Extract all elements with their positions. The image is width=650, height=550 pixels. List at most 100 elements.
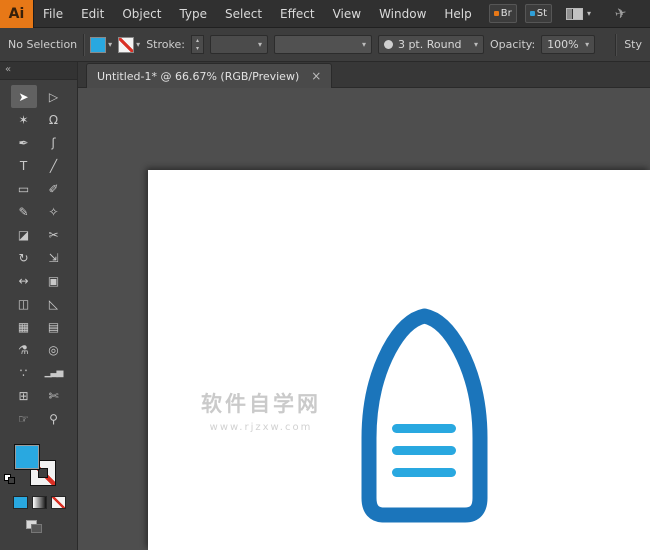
style-label-truncated: Sty — [624, 38, 642, 51]
fill-stroke-widget — [14, 444, 62, 490]
lasso-tool[interactable]: Ω — [41, 108, 67, 131]
menu-item-object[interactable]: Object — [113, 0, 170, 28]
menu-bar: Ai File Edit Object Type Select Effect V… — [0, 0, 650, 28]
scale-tool[interactable]: ⇲ — [41, 246, 67, 269]
free-transform-tool[interactable]: ▣ — [41, 269, 67, 292]
perspective-grid-tool[interactable]: ◺ — [41, 292, 67, 315]
magic-wand-tool[interactable]: ✶ — [11, 108, 37, 131]
app-logo: Ai — [0, 0, 34, 28]
stepper-down-icon[interactable]: ▾ — [196, 45, 199, 52]
eyedropper-tool[interactable]: ⚗ — [11, 338, 37, 361]
fill-swatch[interactable] — [14, 444, 40, 470]
shape-stripe-2[interactable] — [392, 446, 456, 455]
zoom-tool[interactable]: ⚲ — [41, 407, 67, 430]
shape-outline[interactable] — [369, 316, 480, 515]
direct-selection-tool[interactable]: ▷ — [41, 85, 67, 108]
drawn-shape[interactable] — [352, 288, 497, 523]
menu-item-type[interactable]: Type — [170, 0, 216, 28]
share-icon[interactable]: ✈ — [613, 4, 628, 22]
rotate-tool[interactable]: ↻ — [11, 246, 37, 269]
stock-button-label: St — [537, 8, 547, 19]
artboard[interactable]: 软件自学网 www.rjzxw.com — [148, 170, 650, 550]
stroke-weight-stepper[interactable]: ▴ ▾ — [191, 35, 204, 54]
menu-item-window[interactable]: Window — [370, 0, 435, 28]
color-mode-button[interactable] — [13, 496, 28, 509]
stock-button[interactable]: St — [525, 4, 552, 23]
stock-chip-icon — [530, 11, 535, 16]
menu-item-help[interactable]: Help — [435, 0, 480, 28]
pen-tool[interactable]: ✒ — [11, 131, 37, 154]
brush-dot-icon — [384, 40, 393, 49]
watermark-line1: 软件自学网 — [176, 388, 346, 418]
fill-color-swatch[interactable] — [90, 37, 106, 53]
column-graph-tool[interactable]: ▁▃▅ — [41, 361, 67, 384]
tools-grid: ➤ ▷ ✶ Ω ✒ ʃ T ╱ ▭ ✐ ✎ ✧ ◪ ✂ ↻ ⇲ ↔ ▣ ◫ ◺ … — [0, 85, 77, 430]
bridge-button-label: Br — [501, 8, 512, 19]
chevron-down-icon: ▾ — [587, 10, 591, 18]
fill-color-control[interactable]: ▾ — [90, 37, 112, 53]
shaper-tool[interactable]: ✧ — [41, 200, 67, 223]
menu-item-effect[interactable]: Effect — [271, 0, 324, 28]
stroke-weight-dropdown[interactable]: ▾ — [210, 35, 268, 54]
stepper-up-icon[interactable]: ▴ — [196, 37, 199, 44]
stroke-caret-icon[interactable]: ▾ — [136, 41, 140, 49]
eraser-tool[interactable]: ◪ — [11, 223, 37, 246]
document-tab-bar: Untitled-1* @ 66.67% (RGB/Preview) × — [78, 62, 650, 88]
menu-item-view[interactable]: View — [324, 0, 370, 28]
width-tool[interactable]: ↔ — [11, 269, 37, 292]
document-tab[interactable]: Untitled-1* @ 66.67% (RGB/Preview) × — [86, 63, 332, 88]
slice-tool[interactable]: ✄ — [41, 384, 67, 407]
artboard-tool[interactable]: ⊞ — [11, 384, 37, 407]
shape-builder-tool[interactable]: ◫ — [11, 292, 37, 315]
document-tab-title: Untitled-1* @ 66.67% (RGB/Preview) — [97, 70, 299, 83]
opacity-dropdown[interactable]: 100% ▾ — [541, 35, 595, 54]
opacity-caret-icon: ▾ — [585, 41, 589, 49]
shape-stripe-3[interactable] — [392, 468, 456, 477]
selection-tool[interactable]: ➤ — [11, 85, 37, 108]
scissors-tool[interactable]: ✂ — [41, 223, 67, 246]
menu-item-file[interactable]: File — [34, 0, 72, 28]
workspace-switcher-button[interactable]: ▾ — [566, 8, 591, 20]
canvas-area[interactable]: 软件自学网 www.rjzxw.com — [78, 88, 650, 550]
brush-caret-icon: ▾ — [474, 41, 478, 49]
line-tool[interactable]: ╱ — [41, 154, 67, 177]
stroke-weight-caret-icon: ▾ — [258, 41, 262, 49]
fill-caret-icon[interactable]: ▾ — [108, 41, 112, 49]
tools-collapse-button[interactable]: « — [0, 62, 77, 80]
hand-tool[interactable]: ☞ — [11, 407, 37, 430]
bridge-button[interactable]: Br — [489, 4, 517, 23]
none-mode-button[interactable] — [51, 496, 66, 509]
blend-tool[interactable]: ◎ — [41, 338, 67, 361]
watermark: 软件自学网 www.rjzxw.com — [176, 388, 346, 433]
workspace-grid-icon — [566, 8, 583, 20]
watermark-line2: www.rjzxw.com — [176, 422, 346, 433]
selection-status: No Selection — [8, 38, 77, 51]
opacity-label: Opacity: — [490, 38, 535, 51]
brush-preset-dropdown[interactable]: 3 pt. Round ▾ — [378, 35, 484, 54]
rectangle-tool[interactable]: ▭ — [11, 177, 37, 200]
stroke-label: Stroke: — [146, 38, 185, 51]
type-tool[interactable]: T — [11, 154, 37, 177]
tab-close-icon[interactable]: × — [311, 69, 321, 83]
bridge-chip-icon — [494, 11, 499, 16]
stroke-color-swatch[interactable] — [118, 37, 134, 53]
gradient-tool[interactable]: ▤ — [41, 315, 67, 338]
opacity-value: 100% — [547, 38, 578, 51]
separator — [615, 34, 616, 56]
mesh-tool[interactable]: ▦ — [11, 315, 37, 338]
paintbrush-tool[interactable]: ✐ — [41, 177, 67, 200]
separator — [83, 34, 84, 56]
default-fill-stroke-icon[interactable] — [4, 474, 15, 484]
tools-panel: « ➤ ▷ ✶ Ω ✒ ʃ T ╱ ▭ ✐ ✎ ✧ ◪ ✂ ↻ ⇲ ↔ ▣ ◫ … — [0, 62, 78, 550]
curvature-tool[interactable]: ʃ — [41, 131, 67, 154]
pencil-tool[interactable]: ✎ — [11, 200, 37, 223]
stroke-color-control[interactable]: ▾ — [118, 37, 140, 53]
width-profile-dropdown[interactable]: ▾ — [274, 35, 372, 54]
gradient-mode-button[interactable] — [32, 496, 47, 509]
draw-mode-icon[interactable] — [26, 520, 42, 533]
menu-item-edit[interactable]: Edit — [72, 0, 113, 28]
width-profile-caret-icon: ▾ — [362, 41, 366, 49]
menu-item-select[interactable]: Select — [216, 0, 271, 28]
shape-stripe-1[interactable] — [392, 424, 456, 433]
symbol-sprayer-tool[interactable]: ∵ — [11, 361, 37, 384]
